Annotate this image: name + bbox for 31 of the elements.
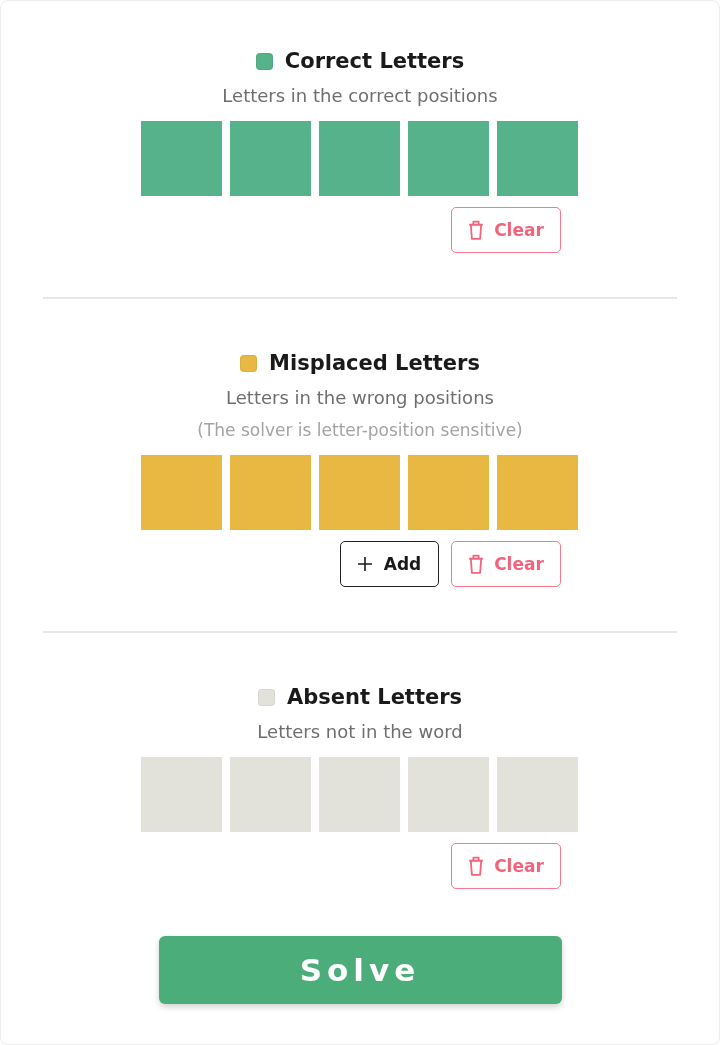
letter-input-field[interactable] xyxy=(230,121,311,196)
letter-input-field[interactable] xyxy=(319,757,400,832)
section-subtitle: Letters not in the word xyxy=(257,720,463,744)
trash-icon xyxy=(468,856,485,876)
letter-input-field[interactable] xyxy=(497,455,578,530)
letter-input-field[interactable] xyxy=(141,757,222,832)
letter-input-field[interactable] xyxy=(141,121,222,196)
section-title: Correct Letters xyxy=(284,48,465,75)
letter-input-field[interactable] xyxy=(141,455,222,530)
letter-input-field[interactable] xyxy=(319,121,400,196)
clear-button[interactable]: Clear xyxy=(451,843,561,889)
section-subtitle: Letters in the wrong positions xyxy=(226,386,494,410)
trash-icon xyxy=(468,220,485,240)
section-title: Absent Letters xyxy=(286,684,463,711)
letter-input-field[interactable] xyxy=(497,757,578,832)
trash-icon xyxy=(468,554,485,574)
letter-input-field[interactable] xyxy=(408,121,489,196)
letter-input-field[interactable] xyxy=(497,121,578,196)
section-subtitle: Letters in the correct positions xyxy=(222,84,498,108)
section-title: Misplaced Letters xyxy=(269,350,480,377)
section-note: (The solver is letter-position sensitive) xyxy=(197,419,523,442)
plus-icon xyxy=(357,557,372,571)
add-button[interactable]: Add xyxy=(340,541,439,587)
letter-input-field[interactable] xyxy=(319,455,400,530)
letter-input-field[interactable] xyxy=(408,455,489,530)
letter-input-field[interactable] xyxy=(230,455,311,530)
clear-button[interactable]: Clear xyxy=(451,541,561,587)
solve-button[interactable]: Solve xyxy=(158,936,562,1004)
letter-input-field[interactable] xyxy=(408,757,489,832)
letter-input-field[interactable] xyxy=(230,757,311,832)
clear-button[interactable]: Clear xyxy=(451,207,561,253)
